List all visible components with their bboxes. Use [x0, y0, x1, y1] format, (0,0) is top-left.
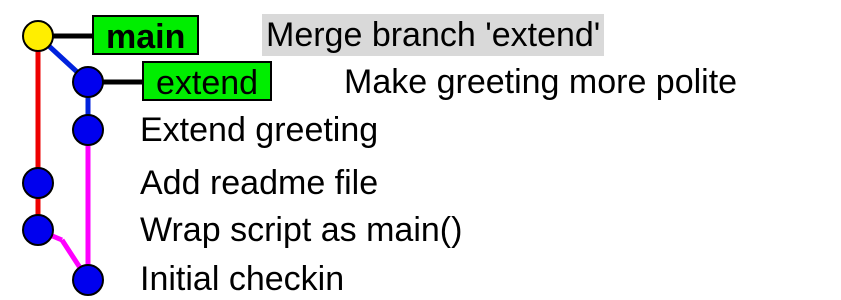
commit-message-row[interactable]: Extend greeting — [140, 109, 378, 151]
branch-label-extend[interactable]: extend — [142, 61, 273, 102]
branch-label-main[interactable]: main — [92, 15, 200, 56]
commit-node[interactable] — [72, 66, 104, 98]
commit-message-row[interactable]: Initial checkin — [140, 258, 344, 300]
commit-message-row[interactable]: Add readme file — [140, 162, 378, 204]
commit-node[interactable] — [72, 114, 104, 146]
commit-message-row[interactable]: Make greeting more polite — [344, 61, 737, 103]
commit-node-head[interactable] — [22, 20, 54, 52]
commit-node[interactable] — [22, 214, 54, 246]
commit-message-row[interactable]: Wrap script as main() — [140, 209, 462, 251]
commit-node[interactable] — [72, 264, 104, 296]
commit-message-row-selected[interactable]: Merge branch 'extend' — [262, 14, 605, 56]
commit-node[interactable] — [22, 167, 54, 199]
